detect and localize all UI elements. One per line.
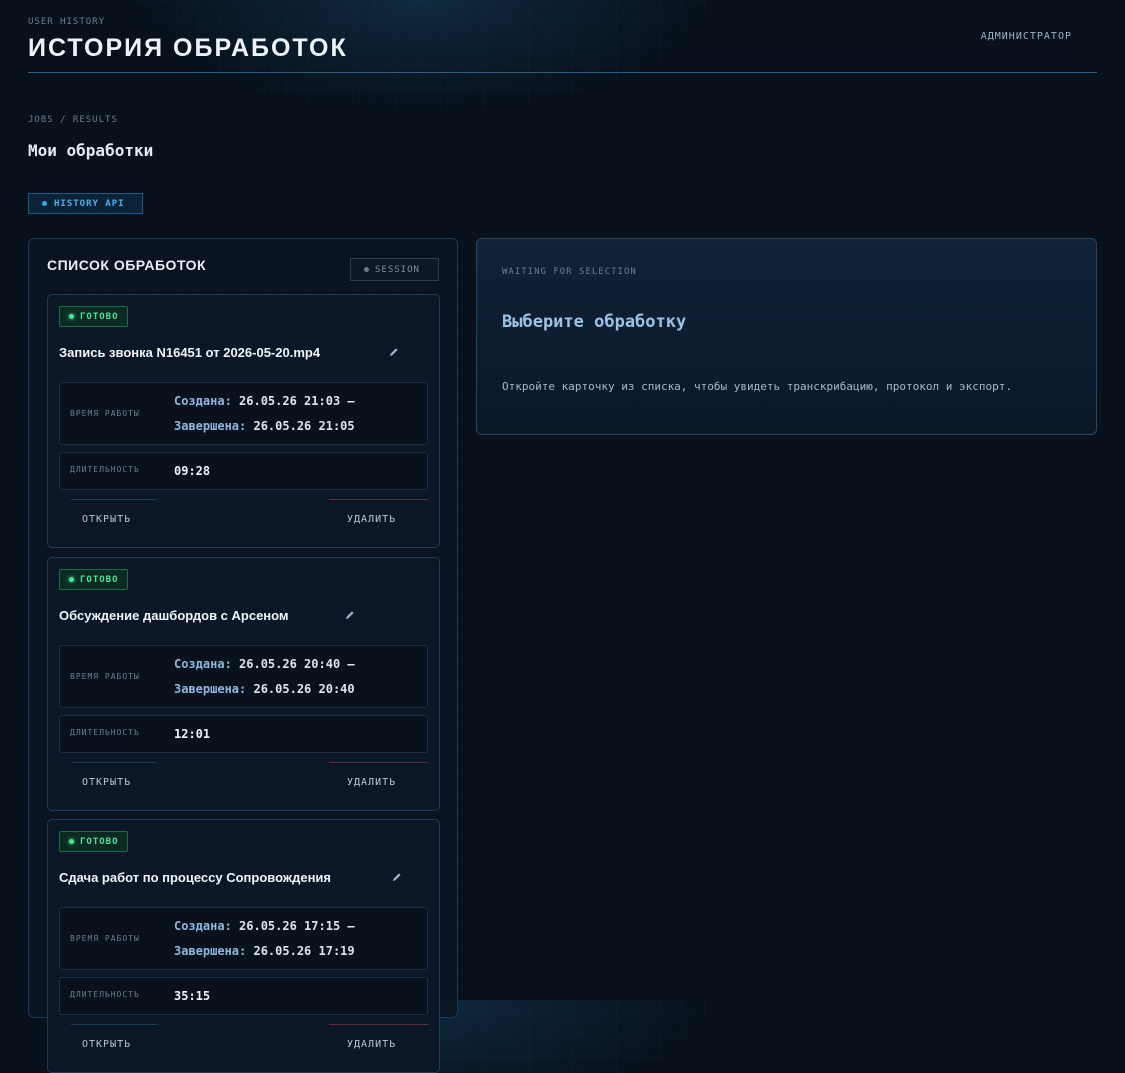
duration-value: 09:28 [174, 464, 211, 478]
created-value: 26.05.26 17:15 — [239, 919, 355, 933]
duration-box: ДЛИТЕЛЬНОСТЬ 09:28 [59, 452, 428, 490]
duration-box: ДЛИТЕЛЬНОСТЬ 35:15 [59, 977, 428, 1015]
status-label: ГОТОВО [80, 836, 119, 847]
duration-value: 12:01 [174, 727, 211, 741]
duration-label: ДЛИТЕЛЬНОСТЬ [70, 465, 140, 474]
detail-panel: WAITING FOR SELECTION Выберите обработку… [476, 238, 1097, 435]
delete-button[interactable]: УДАЛИТЬ [329, 499, 428, 539]
detail-title: Выберите обработку [502, 312, 687, 332]
work-time-label: ВРЕМЯ РАБОТЫ [70, 409, 140, 418]
finished-value: 26.05.26 17:19 [253, 944, 355, 958]
session-badge: SESSION [350, 258, 439, 281]
open-button[interactable]: ОТКРЫТЬ [71, 762, 157, 802]
duration-label: ДЛИТЕЛЬНОСТЬ [70, 990, 140, 999]
duration-box: ДЛИТЕЛЬНОСТЬ 12:01 [59, 715, 428, 753]
pencil-icon[interactable] [388, 346, 400, 358]
work-time-box: ВРЕМЯ РАБОТЫ Создана: 26.05.26 20:40 — З… [59, 645, 428, 708]
status-dot-icon [42, 201, 47, 206]
created-label: Создана: [174, 394, 232, 408]
job-title: Запись звонка N16451 от 2026-05-20.mp4 [59, 345, 321, 360]
job-list-panel: СПИСОК ОБРАБОТОК SESSION ГОТОВО Запись з… [28, 238, 458, 1073]
open-button[interactable]: ОТКРЫТЬ [71, 499, 157, 539]
status-badge: ГОТОВО [59, 569, 128, 590]
header-divider [28, 72, 1097, 73]
session-label: SESSION [375, 264, 420, 275]
work-time-box: ВРЕМЯ РАБОТЫ Создана: 26.05.26 21:03 — З… [59, 382, 428, 445]
work-time-label: ВРЕМЯ РАБОТЫ [70, 672, 140, 681]
duration-value: 35:15 [174, 989, 211, 1003]
delete-button[interactable]: УДАЛИТЬ [329, 762, 428, 802]
job-card[interactable]: ГОТОВО Сдача работ по процессу Сопровожд… [47, 819, 440, 1073]
status-label: ГОТОВО [80, 574, 119, 585]
status-badge: ГОТОВО [59, 306, 128, 327]
section-title: Мои обработки [28, 141, 154, 160]
detail-eyebrow: WAITING FOR SELECTION [502, 267, 637, 277]
finished-value: 26.05.26 20:40 [253, 682, 355, 696]
job-title: Обсуждение дашбордов с Арсеном [59, 608, 289, 623]
finished-label: Завершена: [174, 682, 247, 696]
delete-button[interactable]: УДАЛИТЬ [329, 1024, 428, 1064]
duration-label: ДЛИТЕЛЬНОСТЬ [70, 728, 140, 737]
header-eyebrow: USER HISTORY [28, 17, 106, 27]
breadcrumb: JOBS / RESULTS [28, 115, 118, 125]
status-dot-icon [364, 267, 369, 272]
pencil-icon[interactable] [391, 871, 403, 883]
job-card[interactable]: ГОТОВО Запись звонка N16451 от 2026-05-2… [47, 294, 440, 548]
status-dot-icon [69, 577, 74, 582]
list-title: СПИСОК ОБРАБОТОК [47, 257, 207, 273]
status-dot-icon [69, 314, 74, 319]
detail-description: Откройте карточку из списка, чтобы увиде… [502, 380, 1012, 393]
finished-label: Завершена: [174, 944, 247, 958]
finished-label: Завершена: [174, 419, 247, 433]
pencil-icon[interactable] [344, 609, 356, 621]
job-card[interactable]: ГОТОВО Обсуждение дашбордов с Арсеном ВР… [47, 557, 440, 811]
created-value: 26.05.26 21:03 — [239, 394, 355, 408]
created-value: 26.05.26 20:40 — [239, 657, 355, 671]
created-label: Создана: [174, 657, 232, 671]
open-button[interactable]: ОТКРЫТЬ [71, 1024, 157, 1064]
work-time-label: ВРЕМЯ РАБОТЫ [70, 934, 140, 943]
status-dot-icon [69, 839, 74, 844]
api-badge-label: HISTORY API [54, 198, 125, 209]
job-title: Сдача работ по процессу Сопровождения [59, 870, 332, 885]
history-api-badge: HISTORY API [28, 193, 143, 214]
finished-value: 26.05.26 21:05 [253, 419, 355, 433]
status-badge: ГОТОВО [59, 831, 128, 852]
user-role[interactable]: АДМИНИСТРАТОР [981, 31, 1072, 42]
work-time-box: ВРЕМЯ РАБОТЫ Создана: 26.05.26 17:15 — З… [59, 907, 428, 970]
status-label: ГОТОВО [80, 311, 119, 322]
created-label: Создана: [174, 919, 232, 933]
page-title: ИСТОРИЯ ОБРАБОТОК [28, 34, 348, 62]
